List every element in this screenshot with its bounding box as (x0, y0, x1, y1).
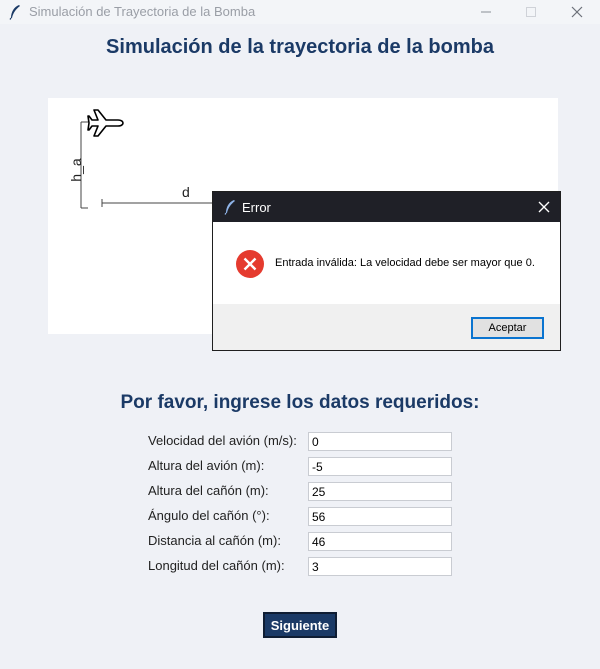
maximize-button[interactable] (509, 0, 553, 24)
velocity-input[interactable] (308, 432, 452, 451)
ok-button[interactable]: Aceptar (471, 317, 544, 339)
close-icon (538, 201, 550, 213)
field-row-velocity: Velocidad del avión (m/s): (148, 432, 452, 451)
height-label: h_a (68, 158, 84, 182)
window-title: Simulación de Trayectoria de la Bomba (29, 4, 256, 19)
form-prompt: Por favor, ingrese los datos requeridos: (120, 392, 480, 413)
cannon-height-label: Altura del cañón (m): (148, 483, 269, 498)
maximize-icon (526, 7, 536, 17)
cannon-distance-label: Distancia al cañón (m): (148, 533, 281, 548)
dialog-body: Entrada inválida: La velocidad debe ser … (213, 222, 560, 304)
distance-label: d (182, 184, 190, 200)
page-title: Simulación de la trayectoria de la bomba (106, 36, 494, 58)
dialog-title: Error (242, 200, 271, 215)
cannon-length-input[interactable] (308, 557, 452, 576)
velocity-label: Velocidad del avión (m/s): (148, 433, 297, 448)
cannon-length-label: Longitud del cañón (m): (148, 558, 285, 573)
next-button[interactable]: Siguiente (263, 612, 337, 638)
plane-height-input[interactable] (308, 457, 452, 476)
close-button[interactable] (555, 0, 599, 24)
feather-icon (224, 200, 235, 215)
airplane-icon (87, 109, 124, 137)
field-row-cannon-angle: Ángulo del cañón (°): (148, 507, 452, 526)
feather-icon (9, 5, 20, 20)
field-row-cannon-height: Altura del cañón (m): (148, 482, 452, 501)
dialog-titlebar: Error (213, 192, 560, 222)
distance-dimension (101, 199, 218, 207)
window-titlebar: Simulación de Trayectoria de la Bomba (0, 0, 600, 24)
cannon-height-input[interactable] (308, 482, 452, 501)
dialog-close-button[interactable] (528, 192, 560, 222)
plane-height-label: Altura del avión (m): (148, 458, 265, 473)
field-row-cannon-distance: Distancia al cañón (m): (148, 532, 452, 551)
field-row-cannon-length: Longitud del cañón (m): (148, 557, 452, 576)
error-dialog: Error Entrada inválida: La velocidad deb… (212, 191, 561, 351)
error-icon (236, 250, 264, 278)
dialog-footer: Aceptar (213, 304, 560, 350)
dialog-message: Entrada inválida: La velocidad debe ser … (275, 257, 535, 269)
cannon-angle-input[interactable] (308, 507, 452, 526)
close-icon (571, 6, 583, 18)
minimize-button[interactable] (464, 0, 508, 24)
cannon-angle-label: Ángulo del cañón (°): (148, 508, 270, 523)
minimize-icon (481, 11, 491, 13)
field-row-plane-height: Altura del avión (m): (148, 457, 452, 476)
cannon-distance-input[interactable] (308, 532, 452, 551)
